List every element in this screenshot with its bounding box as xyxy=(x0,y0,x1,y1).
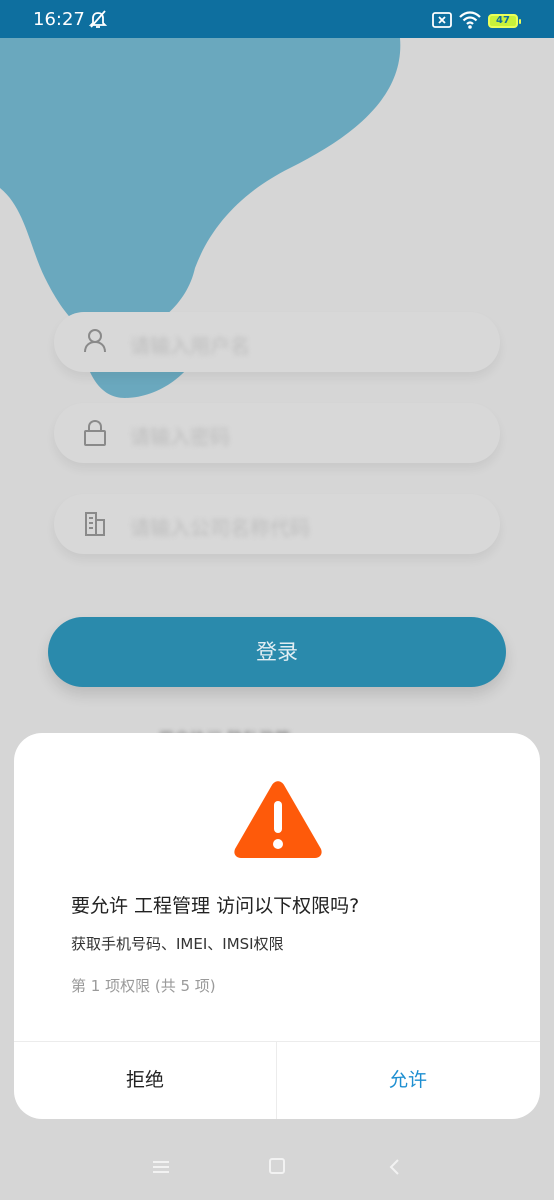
back-icon[interactable] xyxy=(387,1158,401,1176)
username-field[interactable]: 请输入用户名 xyxy=(54,312,500,372)
permission-dialog: 要允许 工程管理 访问以下权限吗? 获取手机号码、IMEI、IMSI权限 第 1… xyxy=(14,733,540,1119)
company-placeholder: 请输入公司名称代码 xyxy=(130,516,310,540)
dialog-description: 获取手机号码、IMEI、IMSI权限 xyxy=(71,935,284,953)
status-time: 16:27 xyxy=(33,9,85,30)
battery-indicator: 47 xyxy=(488,14,521,28)
building-icon xyxy=(85,512,105,536)
password-field[interactable]: 请输入密码 xyxy=(54,403,500,463)
home-icon[interactable] xyxy=(268,1157,286,1175)
password-placeholder: 请输入密码 xyxy=(130,425,230,449)
status-bar: 16:27 47 xyxy=(0,0,554,38)
allow-button[interactable]: 允许 xyxy=(277,1042,539,1119)
warning-icon xyxy=(234,781,322,858)
wifi-icon xyxy=(459,11,481,29)
menu-icon[interactable] xyxy=(152,1160,170,1174)
dialog-title: 要允许 工程管理 访问以下权限吗? xyxy=(71,895,360,917)
navigation-bar xyxy=(0,1140,554,1200)
dialog-progress: 第 1 项权限 (共 5 项) xyxy=(71,977,216,995)
no-sim-icon xyxy=(432,12,452,28)
username-placeholder: 请输入用户名 xyxy=(130,334,250,358)
deny-button[interactable]: 拒绝 xyxy=(14,1042,276,1119)
company-field[interactable]: 请输入公司名称代码 xyxy=(54,494,500,554)
user-icon xyxy=(84,329,106,353)
login-button[interactable]: 登录 xyxy=(48,617,506,687)
lock-icon xyxy=(84,419,106,446)
bell-off-icon xyxy=(88,10,108,28)
